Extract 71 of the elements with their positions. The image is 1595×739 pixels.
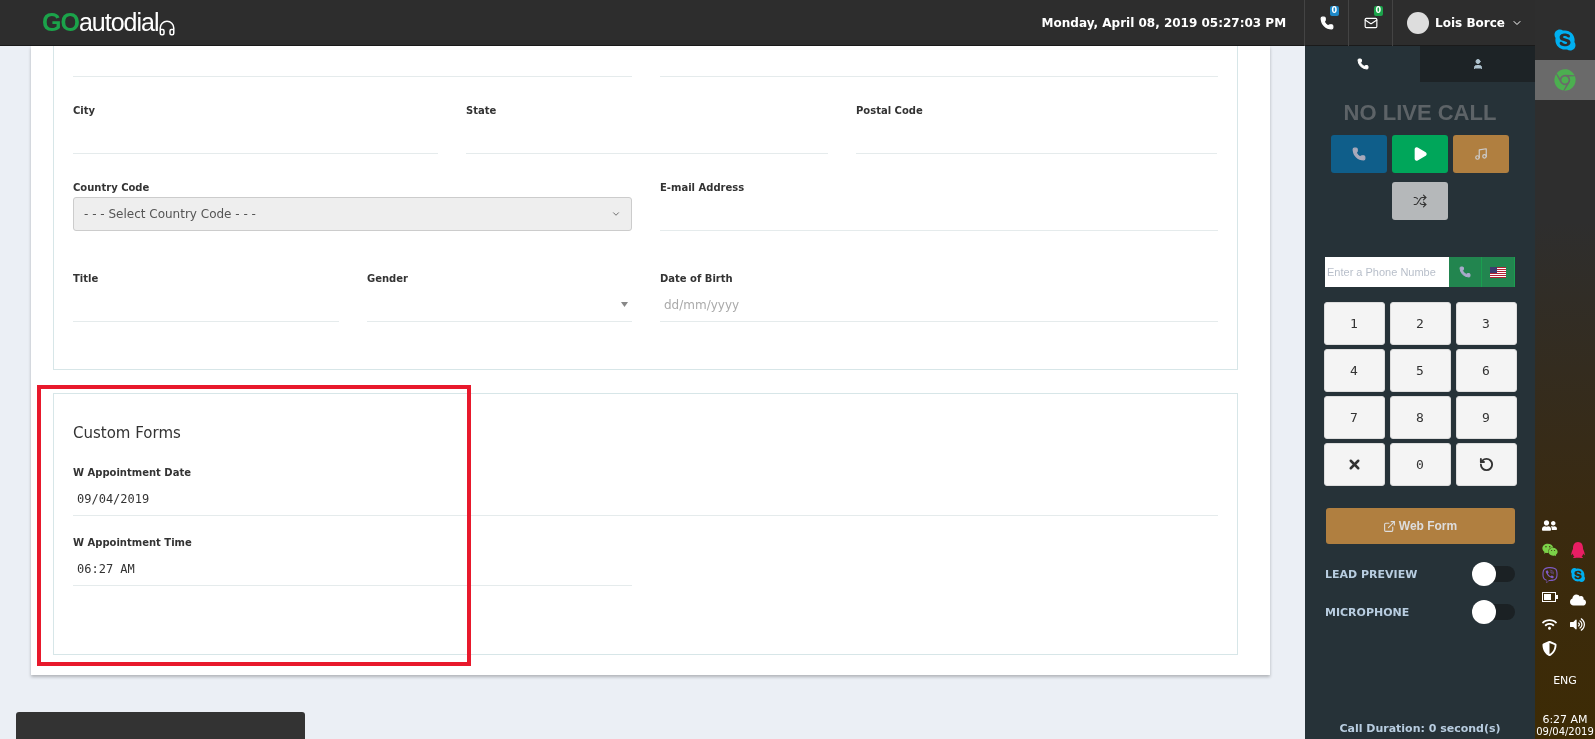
keypad-key[interactable]: 7 [1323,396,1385,439]
field-label: Gender [367,272,408,286]
keypad-key[interactable]: 3 [1455,302,1517,345]
phone-app-icon [1542,567,1558,583]
shuffle-icon [1413,194,1427,208]
headset-icon [158,19,177,37]
keypad-key[interactable]: 5 [1389,349,1451,392]
shuffle-button[interactable] [1392,182,1448,220]
phone-icon [1352,147,1366,161]
reset-key[interactable] [1455,443,1517,486]
browser-icon [1554,69,1576,91]
country-code-select[interactable]: - - - Select Country Code - - - [73,197,632,231]
chat-app-icon [1553,28,1577,52]
count-badge: 0 [1373,5,1384,16]
play-icon [1412,146,1428,162]
section-title: Custom Forms [73,424,182,442]
penguin-icon [1570,542,1586,558]
caret-icon [611,209,621,219]
flag-icon [1490,266,1506,278]
field-label: City [73,104,96,118]
field-label: W Appointment Time [73,536,192,550]
input-field[interactable]: 09/04/2019 [73,482,1218,516]
language-indicator[interactable]: ENG [1553,674,1577,687]
caret-icon [621,302,628,307]
phone-icon [1319,15,1334,30]
keypad-key[interactable]: 6 [1455,349,1517,392]
keypad-key[interactable]: 9 [1455,396,1517,439]
logo: GOautodial [42,8,177,37]
keypad-key[interactable]: 8 [1389,396,1451,439]
shield-icon [1542,641,1557,656]
battery-icon [1542,592,1558,602]
field-label: E-mail Address [660,181,745,195]
calls-button[interactable]: 0 [1304,0,1349,46]
external-link-icon [1382,519,1396,533]
dial-button[interactable] [1331,135,1387,173]
country-button[interactable] [1482,257,1515,287]
field-label: State [466,104,497,118]
keypad-key[interactable]: 1 [1323,302,1385,345]
volume-icon [1570,617,1585,632]
chat-app-icon [1570,567,1586,583]
call-duration: Call Duration: 0 second(s) [1339,722,1501,735]
toggle-label: MICROPHONE [1325,605,1410,619]
keypad-key[interactable]: 4 [1323,349,1385,392]
input-field[interactable]: 06:27 AM [73,552,632,586]
reset-icon [1478,457,1494,472]
field-label: Date of Birth [660,272,733,286]
mail-icon [1363,15,1378,30]
keypad-key[interactable]: 0 [1389,443,1451,486]
count-badge: 0 [1329,5,1340,16]
phone-number-field[interactable]: Enter a Phone Numbe [1325,257,1449,287]
wifi-icon [1542,617,1557,632]
play-button[interactable] [1392,135,1448,173]
clock-date: 09/04/2019 [1536,726,1594,737]
cloud-icon [1570,592,1586,608]
phone-icon [1356,58,1369,70]
date-time: Monday, April 08, 2019 05:27:03 PM [1041,15,1287,30]
music-icon [1474,147,1488,161]
chat-icon [1542,542,1558,558]
keypad-key[interactable]: 2 [1389,302,1451,345]
toggle-label: LEAD PREVIEW [1325,567,1418,581]
people-icon [1542,518,1557,533]
music-button[interactable] [1453,135,1509,173]
field-label: Title [73,272,99,286]
field-label: W Appointment Date [73,466,191,480]
phone-icon [1459,266,1471,278]
user-icon [1471,58,1484,70]
field-label: Postal Code [856,104,923,118]
avatar [1407,11,1430,34]
clear-key[interactable] [1323,443,1385,486]
field-label: Country Code [73,181,150,195]
clock-time: 6:27 AM [1542,713,1588,726]
